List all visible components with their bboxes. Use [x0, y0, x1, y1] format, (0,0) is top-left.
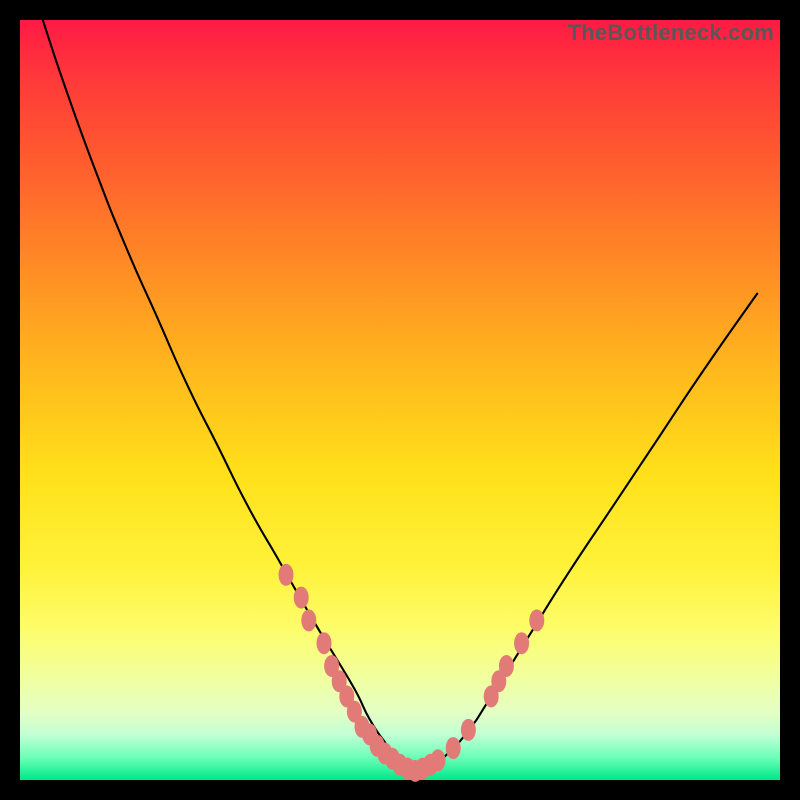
- highlight-marker: [499, 655, 514, 677]
- chart-svg: [20, 20, 780, 780]
- highlight-marker: [301, 609, 316, 631]
- highlight-marker: [461, 719, 476, 741]
- highlight-marker: [294, 587, 309, 609]
- plot-area: TheBottleneck.com: [20, 20, 780, 780]
- chart-frame: TheBottleneck.com: [0, 0, 800, 800]
- highlight-marker: [431, 749, 446, 771]
- highlight-marker: [446, 737, 461, 759]
- highlight-markers: [279, 564, 545, 782]
- highlight-marker: [317, 632, 332, 654]
- highlight-marker: [514, 632, 529, 654]
- highlight-marker: [529, 609, 544, 631]
- highlight-marker: [279, 564, 294, 586]
- bottleneck-curve-line: [43, 20, 757, 772]
